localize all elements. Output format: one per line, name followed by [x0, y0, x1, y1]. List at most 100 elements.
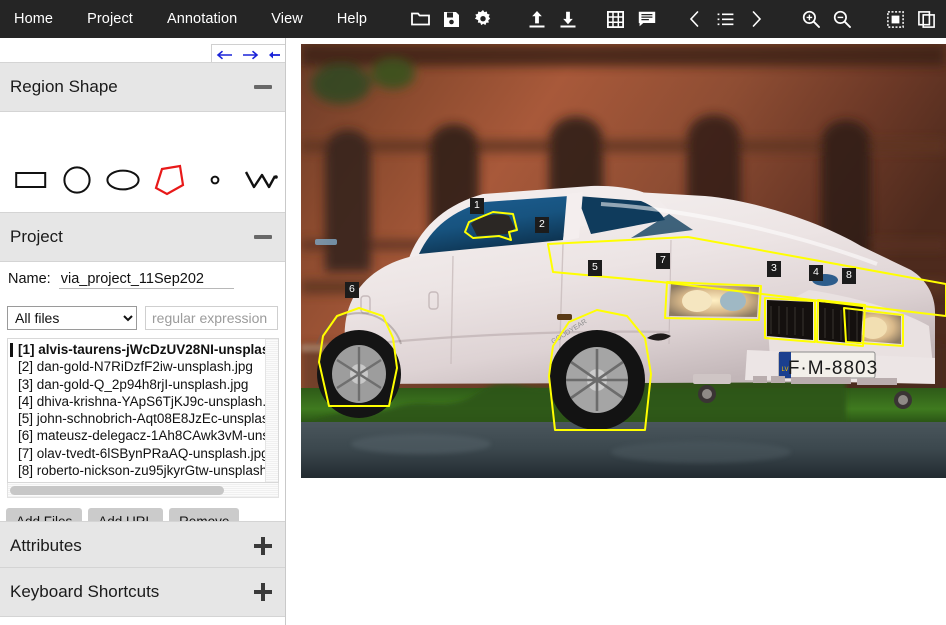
list-item[interactable]: [3] dan-gold-Q_2p94h8rjI-unsplash.jpg [8, 376, 266, 393]
region-polygon-4 [816, 299, 866, 347]
top-menu-bar: Home Project Annotation View Help [0, 0, 946, 38]
region-polygon-8 [843, 307, 904, 347]
region-label-1[interactable]: 1 [470, 198, 484, 214]
regex-filter-input[interactable] [145, 306, 278, 330]
list-item[interactable]: [1] alvis-taurens-jWcDzUV28NI-unsplash [8, 341, 266, 358]
menu-project[interactable]: Project [87, 11, 133, 27]
project-name-row: Name: [8, 270, 234, 289]
region-label-2[interactable]: 2 [535, 217, 549, 233]
file-name: john-schnobrich-Aqt08E8JzEc-unsplash. [36, 411, 266, 427]
file-name: dan-gold-Q_2p94h8rjI-unsplash.jpg [36, 376, 249, 392]
shape-polyline[interactable] [238, 157, 284, 203]
scrollbar-thumb[interactable] [10, 486, 224, 495]
comment-icon[interactable] [631, 4, 662, 34]
project-name-input[interactable] [58, 270, 234, 289]
region-polygon-5 [548, 309, 652, 431]
region-polygon-6 [318, 307, 398, 407]
attributes-expand-icon[interactable] [254, 537, 272, 555]
paste-icon[interactable] [942, 4, 946, 34]
shape-circle[interactable] [54, 157, 100, 203]
chevron-right-icon[interactable] [741, 4, 772, 34]
menu-home[interactable]: Home [14, 11, 53, 27]
region-polygon-2 [547, 236, 946, 317]
list-icon[interactable] [710, 4, 741, 34]
toolbar: n x [405, 4, 946, 34]
file-list-container: [1] alvis-taurens-jWcDzUV28NI-unsplash [… [7, 338, 279, 483]
zoom-in-icon[interactable] [795, 4, 826, 34]
grid-icon[interactable] [600, 4, 631, 34]
file-index: [5] [18, 411, 34, 427]
panel-header-project[interactable]: Project [0, 212, 285, 262]
open-folder-icon[interactable] [405, 4, 436, 34]
file-index: [7] [18, 445, 34, 461]
save-icon[interactable] [436, 4, 467, 34]
shape-ellipse[interactable] [100, 157, 146, 203]
region-label-5[interactable]: 5 [588, 260, 602, 276]
region-label-6[interactable]: 6 [345, 282, 359, 298]
panel-header-attributes[interactable]: Attributes [0, 521, 285, 571]
keyboard-shortcuts-title: Keyboard Shortcuts [10, 582, 160, 601]
sidebar: Region Shape Project Name: via_project_1… [0, 38, 286, 625]
image-canvas-area: LV F·M-8803 GOODYEAR 1 2 3 4 5 6 7 8 [287, 38, 946, 625]
list-item[interactable]: [5] john-schnobrich-Aqt08E8JzEc-unsplash… [8, 410, 266, 427]
file-name: mateusz-delegacz-1Ah8CAwk3vM-unspl [36, 428, 266, 444]
region-shape-title: Region Shape [10, 77, 118, 96]
project-collapse-icon[interactable] [254, 235, 272, 239]
region-polygon-3 [764, 297, 816, 343]
file-list-vertical-scrollbar[interactable] [265, 339, 278, 482]
region-shape-tools [0, 148, 285, 212]
chevron-left-icon[interactable] [679, 4, 710, 34]
file-name: olav-tvedt-6lSBynPRaAQ-unsplash.jpg [36, 445, 266, 461]
region-label-7[interactable]: 7 [656, 253, 670, 269]
keyboard-shortcuts-expand-icon[interactable] [254, 583, 272, 601]
region-shape-collapse-icon[interactable] [254, 85, 272, 89]
file-index: [1] [18, 342, 35, 357]
file-index: [8] [18, 463, 34, 479]
file-list-horizontal-scrollbar[interactable] [7, 483, 279, 498]
shape-point[interactable] [192, 157, 238, 203]
list-item[interactable]: [7] olav-tvedt-6lSBynPRaAQ-unsplash.jpg [8, 445, 266, 462]
file-filter-row: All files [7, 306, 278, 330]
file-index: [2] [18, 359, 34, 375]
menu-view[interactable]: View [271, 11, 303, 27]
attributes-title: Attributes [10, 536, 82, 555]
region-label-3[interactable]: 3 [767, 261, 781, 277]
nav-back-arrow-icon[interactable] [216, 50, 233, 60]
download-icon[interactable] [552, 4, 583, 34]
panel-header-region-shape[interactable]: Region Shape [0, 62, 285, 112]
list-item[interactable]: [4] dhiva-krishna-YApS6TjKJ9c-unsplash.j… [8, 393, 266, 410]
file-name: dhiva-krishna-YApS6TjKJ9c-unsplash.jp [36, 393, 266, 409]
shape-polygon[interactable] [146, 157, 192, 203]
list-item[interactable]: [8] roberto-nickson-zu95jkyrGtw-unsplash… [8, 462, 266, 479]
region-polygon-1 [464, 211, 518, 241]
annotated-image[interactable]: LV F·M-8803 GOODYEAR 1 2 3 4 5 6 7 8 [301, 44, 946, 478]
list-item[interactable]: [6] mateusz-delegacz-1Ah8CAwk3vM-unspl [8, 427, 266, 444]
menu-help[interactable]: Help [337, 11, 367, 27]
file-index: [4] [18, 393, 34, 409]
nav-collapse-arrow-icon[interactable] [268, 50, 281, 60]
shape-rectangle[interactable] [8, 157, 54, 203]
project-panel-body: Name: All files [1] alvis-taurens-jWcDzU… [0, 262, 285, 559]
menu-annotation[interactable]: Annotation [167, 11, 237, 27]
file-index: [3] [18, 376, 34, 392]
file-index: [6] [18, 428, 34, 444]
list-item[interactable]: [2] dan-gold-N7RiDzfF2iw-unsplash.jpg [8, 358, 266, 375]
file-name: roberto-nickson-zu95jkyrGtw-unsplash.j [36, 463, 266, 479]
file-filter-select[interactable]: All files [7, 306, 137, 330]
gear-icon[interactable] [467, 4, 498, 34]
file-list[interactable]: [1] alvis-taurens-jWcDzUV28NI-unsplash [… [8, 341, 266, 482]
nav-forward-arrow-icon[interactable] [242, 50, 259, 60]
project-name-label: Name: [8, 271, 51, 287]
region-label-4[interactable]: 4 [809, 265, 823, 281]
select-all-regions-icon[interactable] [880, 4, 911, 34]
file-name: dan-gold-N7RiDzfF2iw-unsplash.jpg [36, 359, 253, 375]
region-label-8[interactable]: 8 [842, 268, 856, 284]
project-title: Project [10, 227, 63, 246]
panel-header-keyboard-shortcuts[interactable]: Keyboard Shortcuts [0, 567, 285, 617]
upload-icon[interactable] [521, 4, 552, 34]
region-overlay[interactable] [301, 44, 946, 478]
file-name: alvis-taurens-jWcDzUV28NI-unsplash [38, 342, 266, 357]
zoom-out-icon[interactable] [826, 4, 857, 34]
main-menu: Home Project Annotation View Help [0, 11, 401, 27]
copy-icon[interactable] [911, 4, 942, 34]
